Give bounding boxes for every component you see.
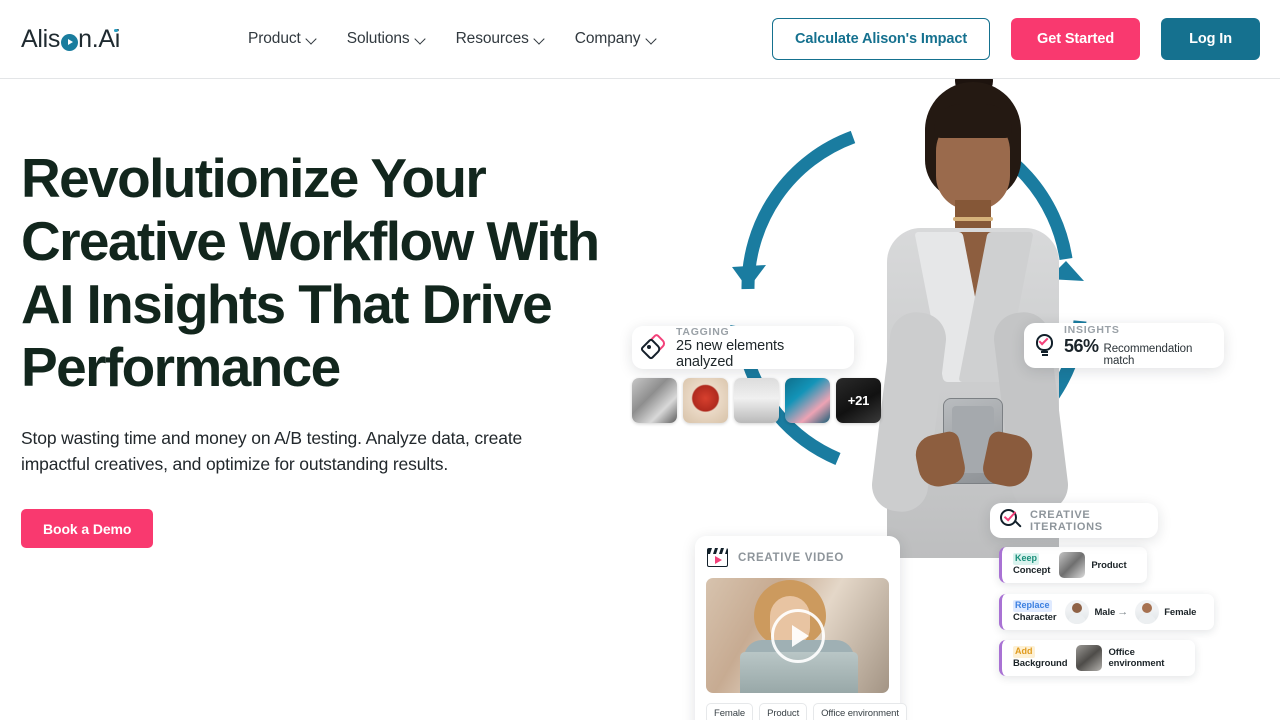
creative-video-card[interactable]: CREATIVE VIDEO Female Product Office env… (695, 536, 907, 720)
iteration-category: Character (1013, 611, 1057, 623)
insights-card[interactable]: INSIGHTS 56% Recommendation match (1024, 323, 1224, 368)
avatar (1135, 600, 1160, 624)
play-circle-icon (60, 33, 78, 51)
site-header: Alis n.Ai Product Solutions Resources Co… (0, 0, 1280, 79)
iteration-action: Replace (1013, 600, 1052, 612)
tagging-card[interactable]: TAGGING 25 new elements analyzed (632, 325, 854, 370)
nav-item-solutions[interactable]: Solutions (347, 30, 427, 48)
nav-label: Company (574, 30, 641, 47)
nav-label: Product (247, 30, 301, 47)
iteration-value: Product (1091, 559, 1127, 571)
video-thumbnail[interactable] (706, 578, 889, 693)
creative-video-label: CREATIVE VIDEO (738, 552, 845, 564)
page-title: Revolutionize Your Creative Workflow Wit… (21, 147, 600, 398)
thumbnail[interactable] (683, 378, 728, 423)
log-in-button[interactable]: Log In (1161, 18, 1260, 60)
thumbnail[interactable] (632, 378, 677, 423)
magnifier-check-icon (999, 508, 1024, 533)
iteration-thumbnail (1076, 645, 1103, 671)
chevron-down-icon (307, 35, 318, 46)
iteration-value: Office environment (1108, 647, 1165, 669)
logo-dot (114, 28, 118, 32)
play-icon[interactable] (770, 608, 825, 663)
thumbnail[interactable] (734, 378, 779, 423)
nav-item-company[interactable]: Company (575, 30, 658, 48)
iteration-category: Concept (1013, 564, 1051, 576)
insights-text: Recommendation match (1103, 343, 1193, 367)
video-chip[interactable]: Office environment (813, 703, 907, 720)
video-chip[interactable]: Female (706, 703, 754, 720)
thumbnail-overflow[interactable]: +21 (836, 378, 881, 423)
iteration-row[interactable]: Replace Character Male → Female (999, 594, 1214, 630)
header-actions: Calculate Alison's Impact Get Started Lo… (772, 18, 1260, 60)
hero-subheading: Stop wasting time and money on A/B testi… (21, 428, 523, 474)
chevron-down-icon (416, 35, 427, 46)
iteration-category: Background (1013, 657, 1068, 669)
iteration-action: Keep (1013, 553, 1040, 565)
chevron-down-icon (535, 35, 546, 46)
chevron-down-icon (646, 35, 657, 46)
iteration-thumbnail (1059, 552, 1086, 578)
insights-label: INSIGHTS (1064, 324, 1120, 336)
hero-illustration: TAGGING 25 new elements analyzed +21 INS… (620, 79, 1280, 720)
tag-icon (639, 332, 668, 361)
nav-item-product[interactable]: Product (248, 30, 318, 48)
person-necklace (953, 217, 993, 221)
thumbnail-overflow-count: +21 (847, 393, 870, 408)
person-hairline (934, 104, 1012, 138)
tagging-text: 25 new elements analyzed (676, 337, 785, 370)
lightbulb-check-icon (1033, 333, 1057, 359)
video-tag-chips: Female Product Office environment (706, 703, 907, 720)
thumbnail[interactable] (785, 378, 830, 423)
main-navigation: Product Solutions Resources Company (248, 30, 657, 48)
hero-section: Revolutionize Your Creative Workflow Wit… (0, 79, 1280, 720)
creative-iterations-card[interactable]: CREATIVE ITERATIONS (990, 503, 1158, 538)
hero-copy: Revolutionize Your Creative Workflow Wit… (0, 79, 620, 720)
iteration-row[interactable]: Add Background Office environment (999, 640, 1195, 676)
nav-label: Resources (455, 30, 529, 47)
clapperboard-icon (706, 547, 730, 569)
book-demo-button[interactable]: Book a Demo (21, 509, 154, 548)
person-illustration (869, 79, 1071, 558)
creative-iterations-label: CREATIVE ITERATIONS (1030, 508, 1103, 533)
tagging-thumbnail-strip: +21 (632, 378, 881, 423)
logo-text-prefix: Alis (21, 24, 61, 53)
video-chip[interactable]: Product (759, 703, 808, 720)
nav-label: Solutions (346, 30, 410, 47)
avatar (1065, 600, 1090, 624)
iteration-row[interactable]: Keep Concept Product (999, 547, 1147, 583)
iteration-action: Add (1013, 646, 1035, 658)
logo[interactable]: Alis n.Ai (21, 25, 120, 54)
insights-value: 56% (1064, 336, 1099, 356)
iteration-to: Female (1164, 606, 1197, 618)
get-started-button[interactable]: Get Started (1011, 18, 1141, 60)
nav-item-resources[interactable]: Resources (456, 30, 546, 48)
arrow-right-icon: → (1117, 606, 1129, 618)
iteration-from: Male (1094, 606, 1116, 618)
calculate-impact-button[interactable]: Calculate Alison's Impact (772, 18, 991, 60)
tagging-label: TAGGING (676, 325, 730, 338)
